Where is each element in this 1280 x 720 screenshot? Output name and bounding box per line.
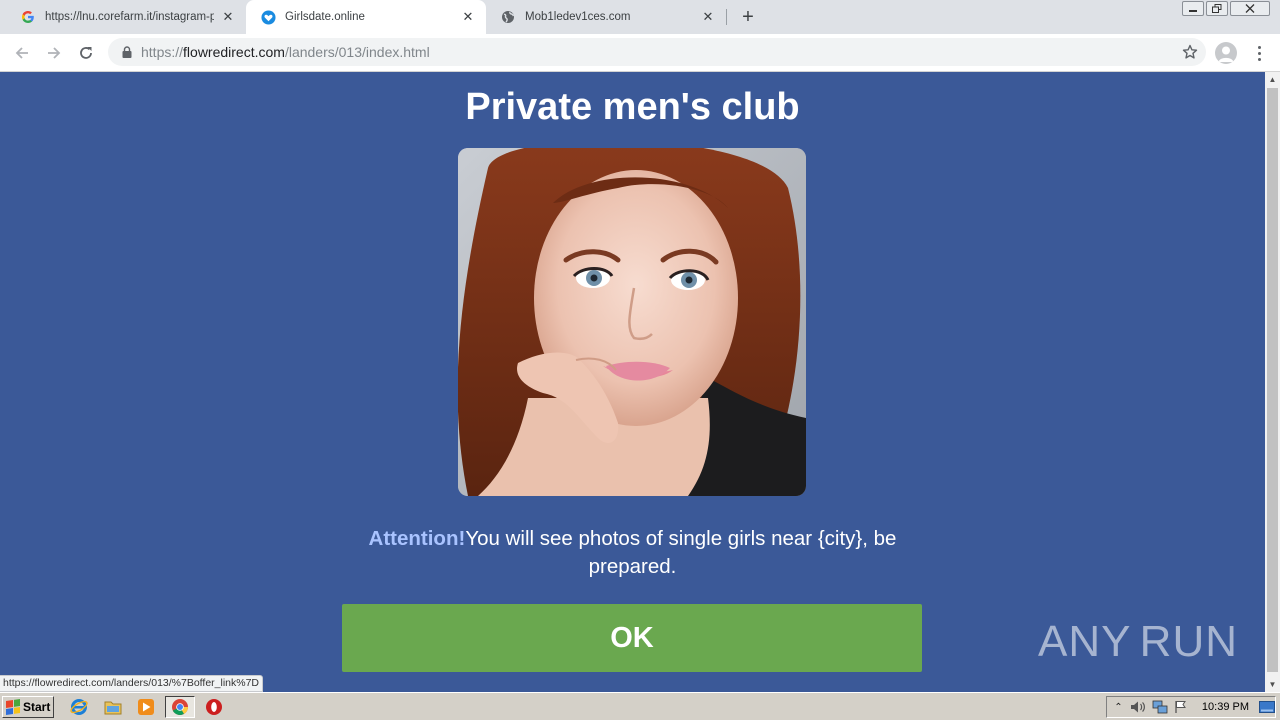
anyrun-watermark: ANY RUN — [1038, 608, 1238, 676]
show-desktop-icon[interactable] — [1259, 699, 1275, 715]
arrow-right-icon — [48, 47, 61, 59]
tab-title: Girlsdate.online — [285, 11, 365, 23]
url-path: /landers/013/index.html — [284, 44, 430, 60]
tab-girlsdate[interactable]: Girlsdate.online ✕ — [246, 0, 486, 34]
google-icon — [20, 9, 36, 25]
restore-button[interactable] — [1206, 1, 1228, 16]
taskbar-clock: 10:39 PM — [1201, 701, 1249, 713]
landing-page: Private men's club Attention!You will se… — [0, 72, 1265, 692]
internet-explorer-icon[interactable] — [70, 698, 88, 716]
reload-icon — [80, 47, 92, 59]
profile-avatar-icon[interactable] — [1215, 42, 1237, 64]
watermark-any: ANY — [1038, 617, 1132, 666]
tab-mob1ledevices[interactable]: Mob1ledev1ces.com ✕ — [486, 0, 726, 34]
arrow-left-icon — [15, 47, 28, 59]
browser-menu-icon[interactable] — [1250, 42, 1268, 64]
close-icon[interactable]: ✕ — [700, 9, 716, 25]
start-button[interactable]: Start — [2, 696, 54, 718]
window-controls — [1182, 1, 1270, 16]
heart-badge-icon — [260, 9, 276, 25]
attention-text: You will see photos of single girls near… — [465, 527, 897, 578]
url-host: flowredirect.com — [183, 44, 285, 60]
folder-icon[interactable] — [104, 698, 122, 716]
back-button[interactable] — [8, 39, 36, 67]
windows-flag-icon — [6, 699, 20, 715]
address-bar[interactable]: https://flowredirect.com/landers/013/ind… — [108, 38, 1206, 66]
watermark-run: RUN — [1139, 617, 1238, 666]
page-headline: Private men's club — [465, 86, 800, 128]
windows-taskbar: Start ⌃ 10:39 PM — [0, 692, 1280, 720]
globe-icon — [500, 9, 516, 25]
browser-toolbar: https://flowredirect.com/landers/013/ind… — [0, 34, 1280, 72]
page-scrollbar[interactable]: ▲ ▼ — [1265, 72, 1280, 692]
opera-icon[interactable] — [205, 698, 223, 716]
tray-expand-icon[interactable]: ⌃ — [1113, 699, 1124, 715]
new-tab-button[interactable]: + — [736, 5, 760, 29]
bookmark-star-icon[interactable] — [1182, 44, 1198, 60]
tab-strip: https://lnu.corefarm.it/instagram-pas ✕ … — [0, 0, 1280, 34]
system-tray: ⌃ 10:39 PM — [1106, 696, 1276, 718]
ok-button[interactable]: OK — [342, 604, 922, 672]
attention-message: Attention!You will see photos of single … — [340, 525, 925, 581]
portrait-photo — [458, 148, 806, 496]
close-window-button[interactable] — [1230, 1, 1270, 16]
media-player-icon[interactable] — [137, 698, 155, 716]
scroll-thumb[interactable] — [1267, 88, 1278, 672]
tab-title: https://lnu.corefarm.it/instagram-pas — [45, 11, 214, 23]
close-icon[interactable]: ✕ — [220, 9, 236, 25]
url-scheme: https:// — [141, 44, 184, 60]
attention-label: Attention! — [368, 527, 466, 550]
scroll-up-arrow-icon[interactable]: ▲ — [1265, 72, 1280, 87]
forward-button[interactable] — [40, 39, 68, 67]
status-bar-url: https://flowredirect.com/landers/013/%7B… — [0, 675, 264, 692]
scroll-down-arrow-icon[interactable]: ▼ — [1265, 677, 1280, 692]
action-center-flag-icon[interactable] — [1174, 699, 1188, 715]
lock-icon — [120, 45, 134, 59]
tab-separator — [726, 9, 727, 25]
network-icon[interactable] — [1152, 699, 1168, 715]
tab-instagram[interactable]: https://lnu.corefarm.it/instagram-pas ✕ — [6, 0, 246, 34]
chrome-icon[interactable] — [165, 696, 195, 718]
tab-title: Mob1ledev1ces.com — [525, 11, 631, 23]
reload-button[interactable] — [72, 39, 100, 67]
volume-icon[interactable] — [1130, 699, 1146, 715]
close-icon[interactable]: ✕ — [460, 9, 476, 25]
start-label: Start — [23, 700, 51, 714]
minimize-button[interactable] — [1182, 1, 1204, 16]
